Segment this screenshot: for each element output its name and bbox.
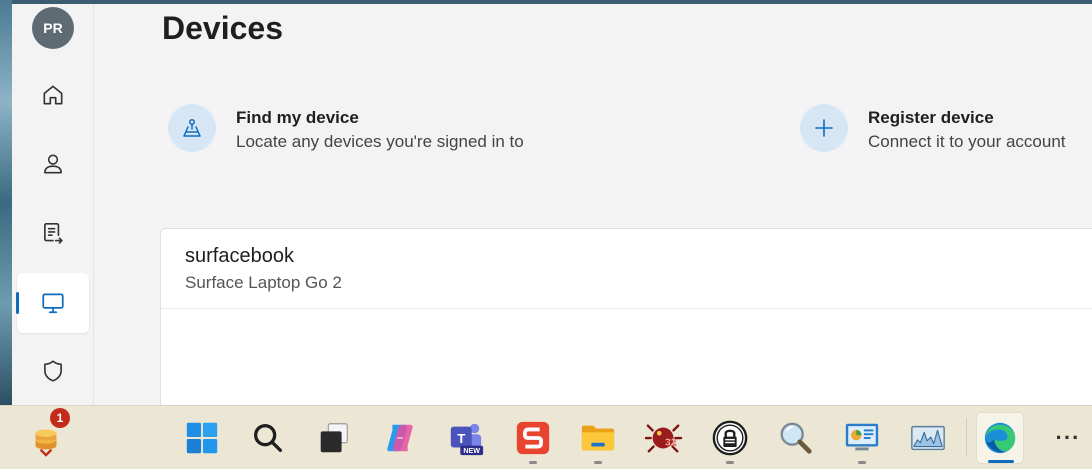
folder-icon (581, 425, 615, 451)
notification-badge: 1 (50, 408, 70, 428)
search-icon (253, 423, 283, 453)
running-indicator (858, 461, 866, 464)
s-icon (516, 421, 550, 455)
windows-icon (186, 422, 218, 454)
page-title: Devices (162, 10, 283, 46)
taskbar-search[interactable] (244, 412, 292, 464)
taskbar-edge[interactable] (976, 412, 1024, 464)
desktop-wallpaper (0, 0, 12, 405)
taskbar-teams[interactable]: T NEW (442, 412, 490, 464)
magnifier-icon (780, 422, 812, 454)
sidebar-item-account[interactable] (17, 134, 89, 194)
control-panel-icon (845, 423, 879, 451)
sidebar-item-security[interactable] (17, 341, 89, 401)
more-icon: ··· (1055, 425, 1081, 450)
device-row[interactable]: surfacebook Surface Laptop Go 2 (161, 229, 1092, 309)
taskbar-control-panel[interactable] (838, 412, 886, 464)
taskbar-keepass[interactable] (706, 412, 754, 464)
register-device-subtitle: Connect it to your account (868, 132, 1066, 151)
bug-32-label: 32 (665, 438, 677, 449)
find-device-icon-circle (168, 104, 216, 152)
edge-icon (984, 422, 1016, 454)
monitor-icon (42, 293, 64, 314)
plus-icon (815, 119, 833, 137)
taskbar-widgets[interactable]: 1 (22, 408, 70, 464)
home-icon (43, 85, 63, 105)
active-indicator (16, 292, 19, 314)
copilot-icon (387, 424, 413, 452)
register-device-action[interactable]: Register device Connect it to your accou… (800, 104, 1066, 156)
avatar[interactable]: PR (32, 7, 74, 49)
teams-icon: T NEW (450, 423, 484, 455)
activity-icon (44, 222, 63, 244)
taskbar-magnifier[interactable] (772, 412, 820, 464)
person-icon (44, 154, 62, 174)
taskbar-start[interactable] (178, 412, 226, 464)
taskbar-resource-monitor[interactable] (904, 412, 952, 464)
active-indicator (988, 460, 1014, 463)
running-indicator (594, 461, 602, 464)
shield-icon (44, 360, 62, 382)
taskbar-copilot[interactable] (376, 412, 424, 464)
bug-icon: 32 (645, 424, 683, 453)
taskbar-bug-32[interactable]: 32 (640, 412, 688, 464)
sidebar-item-home[interactable] (17, 65, 89, 125)
device-model: Surface Laptop Go 2 (185, 273, 342, 292)
taskbar-sogou[interactable] (509, 412, 557, 464)
register-device-icon-circle (800, 104, 848, 152)
find-my-device-action[interactable]: Find my device Locate any devices you're… (168, 104, 524, 156)
taskbar-file-explorer[interactable] (574, 412, 622, 464)
taskbar: 1 T NEW 32 ··· (0, 405, 1092, 469)
task-view-icon (320, 423, 348, 453)
taskbar-task-view[interactable] (310, 412, 358, 464)
register-device-title: Register device (868, 108, 994, 127)
teams-new-label: NEW (463, 447, 480, 455)
running-indicator (529, 461, 537, 464)
find-device-title: Find my device (236, 108, 359, 127)
device-name: surfacebook (185, 245, 294, 267)
sidebar: PR (12, 4, 94, 405)
svg-text:T: T (457, 431, 465, 446)
find-device-subtitle: Locate any devices you're signed in to (236, 132, 524, 151)
device-list-card: surfacebook Surface Laptop Go 2 (160, 228, 1092, 405)
sidebar-item-activity[interactable] (17, 203, 89, 263)
running-indicator (726, 461, 734, 464)
taskbar-more[interactable]: ··· (1044, 412, 1092, 464)
taskbar-separator (966, 418, 967, 456)
monitor-graph-icon (911, 425, 945, 451)
locate-icon (183, 119, 201, 137)
account-window: PR Devices Find my device Locate any dev… (12, 4, 1092, 405)
sidebar-item-devices[interactable] (16, 273, 89, 333)
lock-icon (712, 420, 748, 456)
